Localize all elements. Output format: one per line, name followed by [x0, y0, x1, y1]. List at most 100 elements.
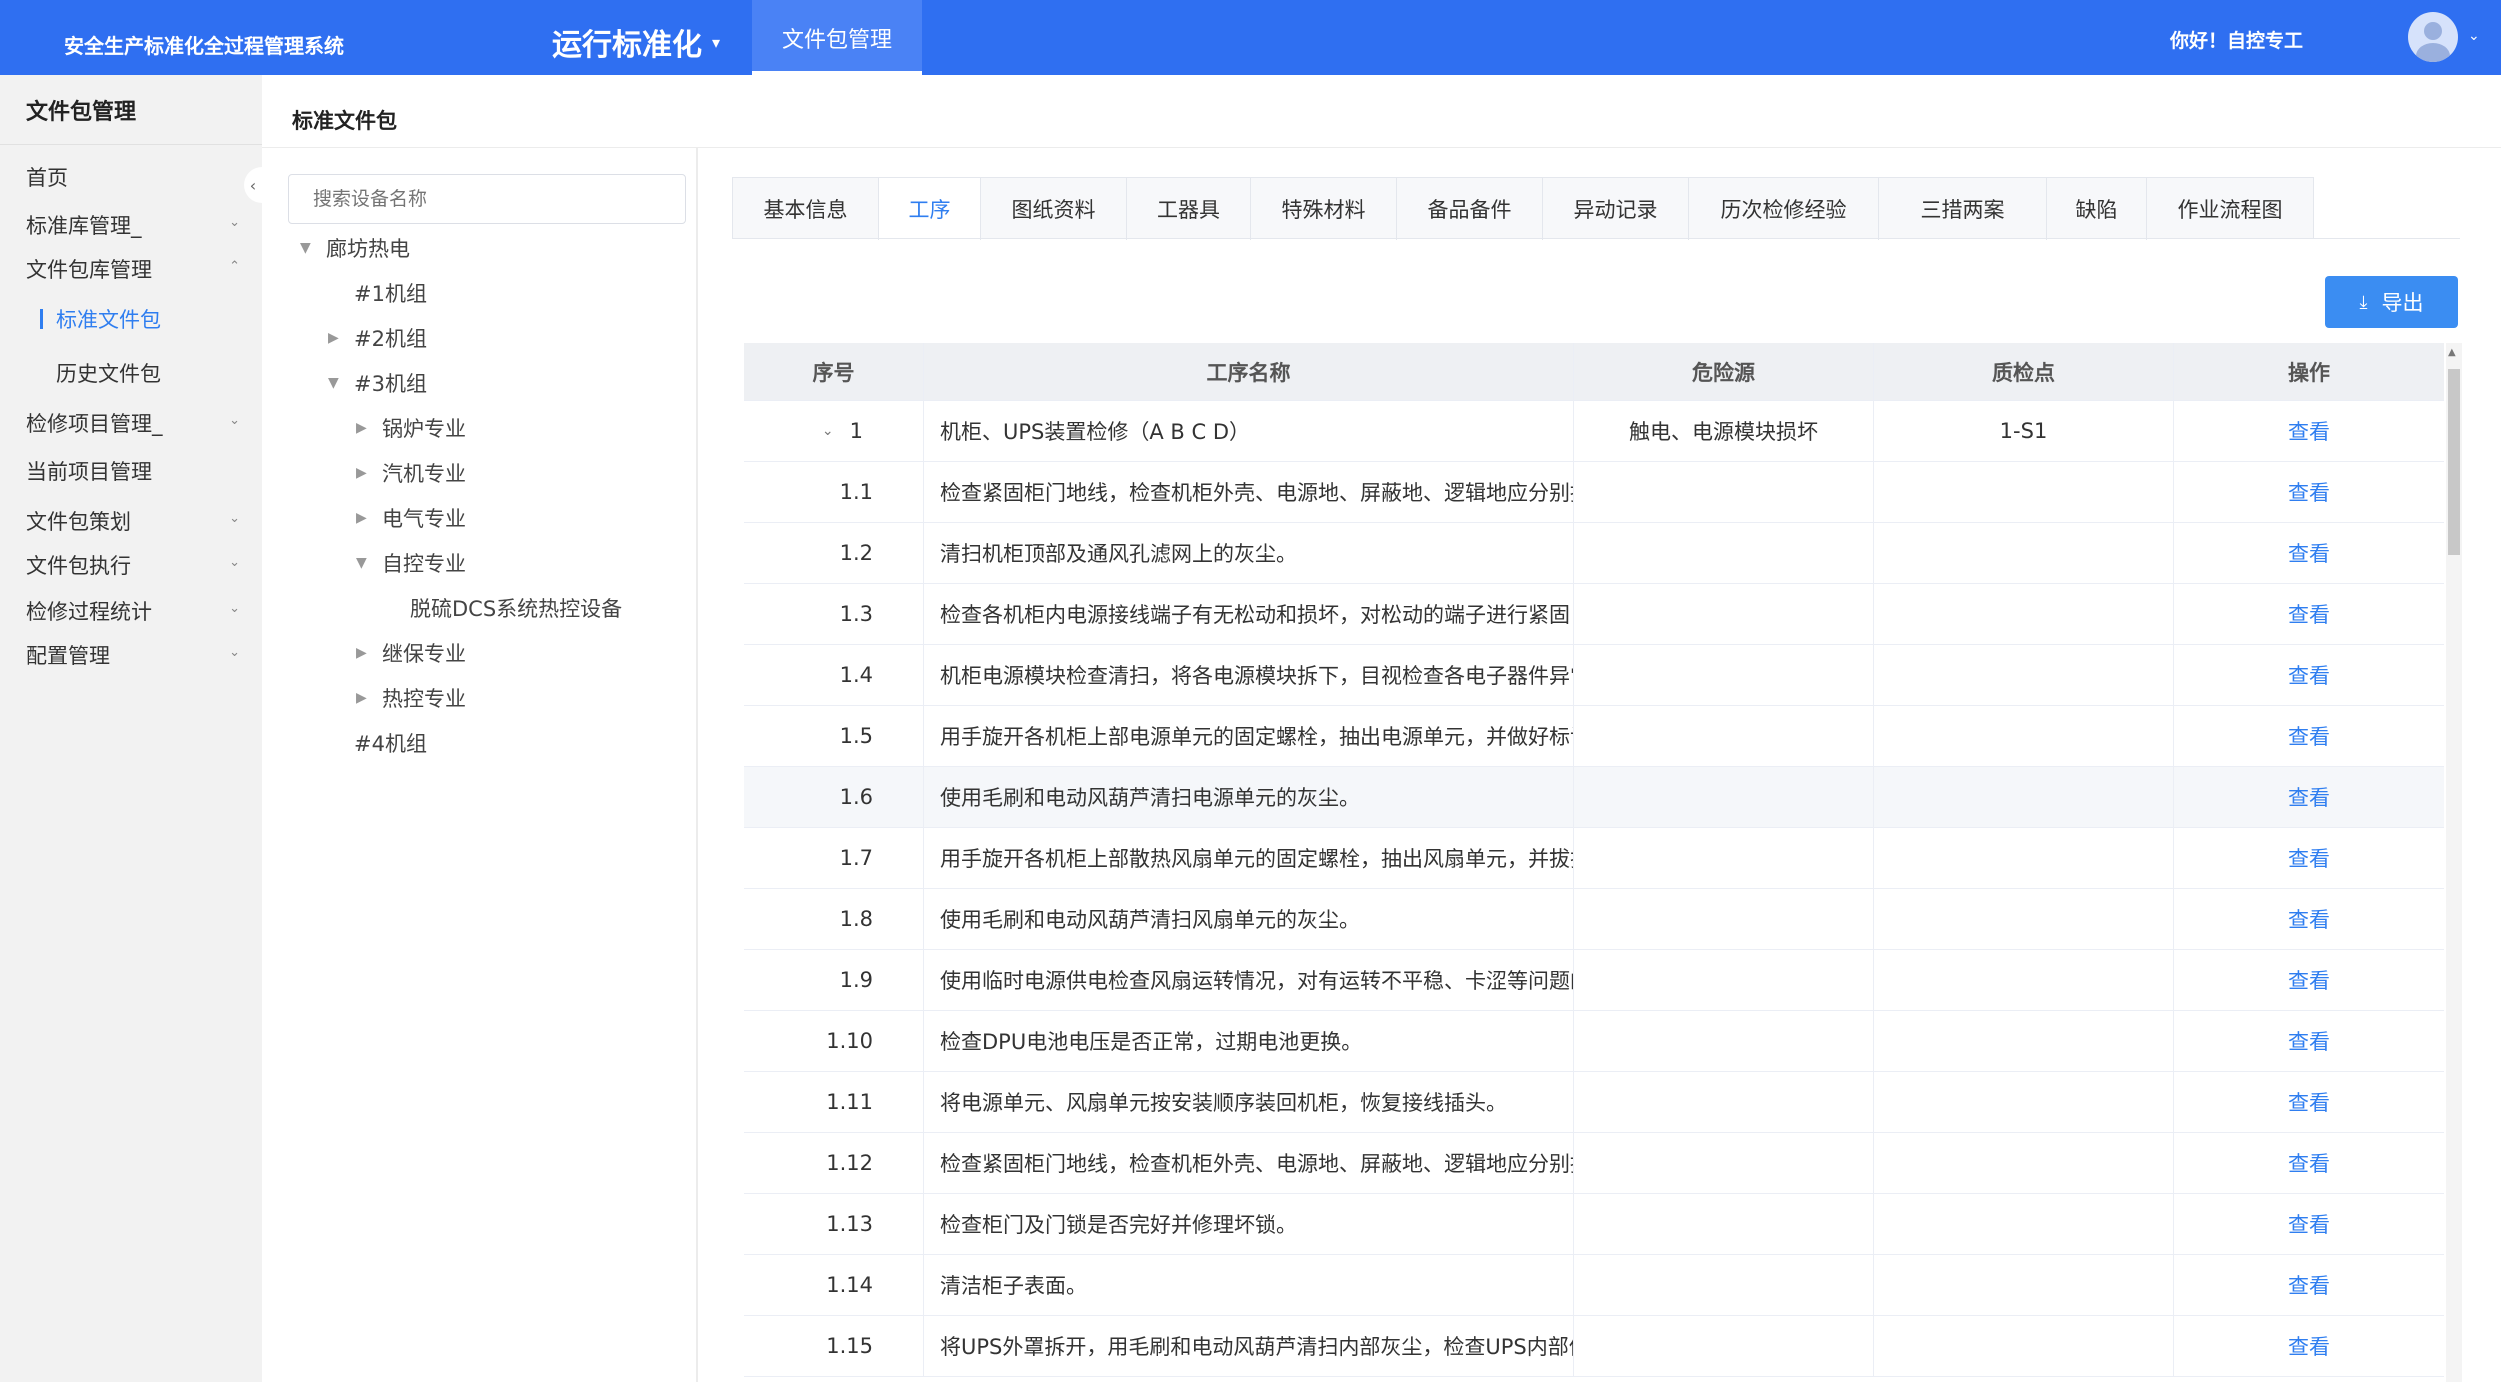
tab-basic-info[interactable]: 基本信息 — [733, 178, 879, 240]
tab-repair-experience[interactable]: 历次检修经验 — [1689, 178, 1879, 240]
tree-node-label: 锅炉专业 — [382, 417, 466, 441]
scrollbar-thumb[interactable] — [2448, 369, 2460, 555]
view-link[interactable]: 查看 — [2288, 721, 2330, 751]
tab-measures[interactable]: 三措两案 — [1879, 178, 2047, 240]
caret-down-icon[interactable]: ▼ — [356, 555, 382, 571]
cell-action: 查看 — [2174, 645, 2444, 705]
view-link[interactable]: 查看 — [2288, 1087, 2330, 1117]
export-button[interactable]: ⤓ 导出 — [2325, 276, 2458, 328]
tab-tools[interactable]: 工器具 — [1127, 178, 1251, 240]
view-link[interactable]: 查看 — [2288, 782, 2330, 812]
sidebar-item-current-project[interactable]: 当前项目管理 — [0, 449, 262, 493]
view-link[interactable]: 查看 — [2288, 965, 2330, 995]
caret-right-icon[interactable]: ▶ — [356, 690, 382, 706]
tree-node[interactable]: ▶ 电气专业 — [356, 502, 466, 534]
tab-process[interactable]: 工序 — [879, 178, 981, 240]
tree-node[interactable]: ▶ 汽机专业 — [356, 457, 466, 489]
sidebar-item-history-package[interactable]: 历史文件包 — [0, 351, 262, 395]
cell-hazard — [1574, 584, 1874, 644]
tree-node-label: #2机组 — [354, 327, 427, 351]
cell-hazard — [1574, 1255, 1874, 1315]
tree-node[interactable]: ▶ 热控专业 — [356, 682, 466, 714]
cell-name: 使用毛刷和电动风葫芦清扫风扇单元的灰尘。 — [924, 889, 1574, 949]
user-avatar-icon[interactable] — [2408, 12, 2458, 62]
sidebar-item-repair-project[interactable]: 检修项目管理_ ⌄ — [0, 401, 262, 445]
tab-drawings[interactable]: 图纸资料 — [981, 178, 1127, 240]
tab-change-records[interactable]: 异动记录 — [1543, 178, 1689, 240]
sidebar-item-package-lib[interactable]: 文件包库管理 ⌃ — [0, 247, 262, 291]
cell-action: 查看 — [2174, 889, 2444, 949]
view-link[interactable]: 查看 — [2288, 1331, 2330, 1361]
header-name: 工序名称 — [924, 343, 1574, 400]
cell-name: 检查紧固柜门地线，检查机柜外壳、电源地、屏蔽地、逻辑地应分别接 — [924, 462, 1574, 522]
scroll-up-icon[interactable]: ▲ — [2448, 347, 2456, 358]
view-link[interactable]: 查看 — [2288, 538, 2330, 568]
tree-node[interactable]: 脱硫DCS系统热控设备 — [384, 592, 622, 624]
table-row: 1.6 使用毛刷和电动风葫芦清扫电源单元的灰尘。 查看 — [744, 767, 2444, 828]
tree-node-label: 继保专业 — [382, 642, 466, 666]
view-link[interactable]: 查看 — [2288, 599, 2330, 629]
sidebar-item-label: 文件包执行 — [26, 554, 131, 578]
sidebar-item-label: 历史文件包 — [56, 362, 161, 386]
tree-node[interactable]: ▶ 继保专业 — [356, 637, 466, 669]
caret-right-icon[interactable]: ▶ — [356, 465, 382, 481]
caret-down-icon[interactable]: ▼ — [300, 240, 326, 256]
view-link[interactable]: 查看 — [2288, 416, 2330, 446]
nav-tab-file-package[interactable]: 文件包管理 — [752, 0, 922, 75]
view-link[interactable]: 查看 — [2288, 1270, 2330, 1300]
cell-action: 查看 — [2174, 767, 2444, 827]
cell-name: 使用临时电源供电检查风扇运转情况，对有运转不平稳、卡涩等问题的 — [924, 950, 1574, 1010]
tree-node[interactable]: ▼ 廊坊热电 — [300, 232, 410, 264]
module-switcher[interactable]: 运行标准化 ▾ — [552, 20, 720, 64]
avatar-chevron-down-icon[interactable]: ⌄ — [2468, 28, 2480, 44]
cell-action: 查看 — [2174, 706, 2444, 766]
page-title: 标准文件包 — [292, 109, 397, 133]
tree-node[interactable]: ▼ #3机组 — [328, 367, 427, 399]
cell-qc — [1874, 889, 2174, 949]
cell-hazard: 触电、电源模块损坏 — [1574, 401, 1874, 461]
view-link[interactable]: 查看 — [2288, 1148, 2330, 1178]
cell-no: 1.4 — [744, 645, 924, 705]
view-link[interactable]: 查看 — [2288, 660, 2330, 690]
cell-action: 查看 — [2174, 462, 2444, 522]
sidebar-item-standard-package[interactable]: 标准文件包 — [0, 297, 262, 341]
tabs-underline — [732, 238, 2460, 239]
tree-node[interactable]: ▼ 自控专业 — [356, 547, 466, 579]
view-link[interactable]: 查看 — [2288, 843, 2330, 873]
view-link[interactable]: 查看 — [2288, 477, 2330, 507]
cell-no: 1.11 — [744, 1072, 924, 1132]
caret-right-icon[interactable]: ▶ — [356, 510, 382, 526]
tab-workflow[interactable]: 作业流程图 — [2147, 178, 2313, 240]
sidebar-item-home[interactable]: 首页 — [0, 155, 262, 199]
view-link[interactable]: 查看 — [2288, 1026, 2330, 1056]
chevron-down-icon: ⌄ — [229, 645, 240, 660]
caret-right-icon[interactable]: ▶ — [356, 645, 382, 661]
view-link[interactable]: 查看 — [2288, 1209, 2330, 1239]
cell-action: 查看 — [2174, 1133, 2444, 1193]
caret-down-icon[interactable]: ▼ — [328, 375, 354, 391]
process-table: 序号 工序名称 危险源 质检点 操作 ⌄ 1 机柜、UPS装置检修（A B C … — [744, 343, 2444, 1377]
cell-qc — [1874, 584, 2174, 644]
cell-hazard — [1574, 1316, 1874, 1376]
table-scrollbar[interactable]: ▲ — [2446, 343, 2462, 1382]
device-search-input[interactable] — [288, 174, 686, 224]
tree-node[interactable]: ▶ 锅炉专业 — [356, 412, 466, 444]
view-link[interactable]: 查看 — [2288, 904, 2330, 934]
tree-node-label: #4机组 — [354, 732, 427, 756]
sidebar-item-standard-lib[interactable]: 标准库管理_ ⌄ — [0, 203, 262, 247]
table-row: 1.10 检查DPU电池电压是否正常，过期电池更换。 查看 — [744, 1011, 2444, 1072]
tab-spare-parts[interactable]: 备品备件 — [1397, 178, 1543, 240]
tab-defects[interactable]: 缺陷 — [2047, 178, 2147, 240]
sidebar-item-config[interactable]: 配置管理 ⌄ — [0, 633, 262, 677]
sidebar-item-package-plan[interactable]: 文件包策划 ⌄ — [0, 499, 262, 543]
chevron-down-icon[interactable]: ⌄ — [822, 423, 834, 439]
tree-node[interactable]: ▶ #2机组 — [328, 322, 427, 354]
caret-right-icon[interactable]: ▶ — [328, 330, 354, 346]
caret-right-icon[interactable]: ▶ — [356, 420, 382, 436]
tree-node[interactable]: #1机组 — [328, 277, 427, 309]
sidebar-item-repair-stats[interactable]: 检修过程统计 ⌄ — [0, 589, 262, 633]
sidebar-item-package-exec[interactable]: 文件包执行 ⌄ — [0, 543, 262, 587]
tree-node[interactable]: #4机组 — [328, 727, 427, 759]
system-title: 安全生产标准化全过程管理系统 — [64, 34, 344, 58]
tab-special-materials[interactable]: 特殊材料 — [1251, 178, 1397, 240]
